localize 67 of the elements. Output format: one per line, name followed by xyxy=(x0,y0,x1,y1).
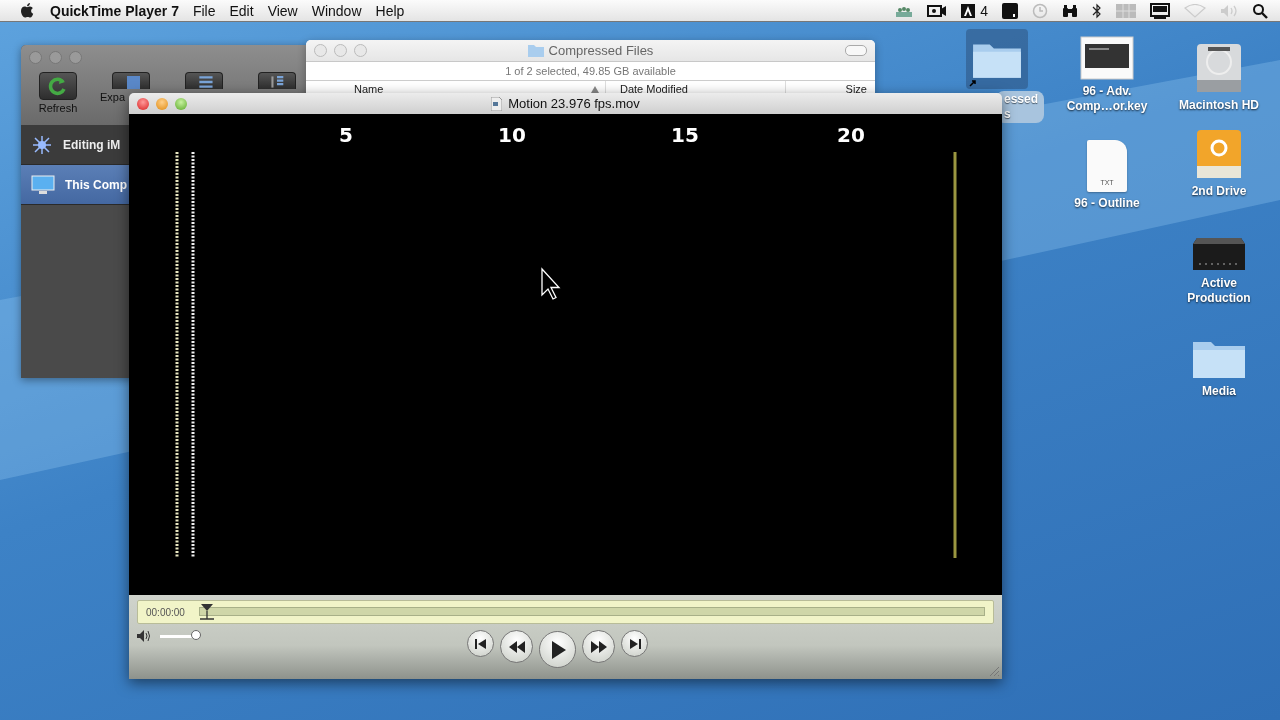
expand-button[interactable] xyxy=(112,72,150,89)
bluetooth-icon[interactable] xyxy=(1092,2,1102,19)
toolbar-label: Expa xyxy=(100,91,126,103)
cursor-icon xyxy=(541,267,561,300)
sort-arrow-icon xyxy=(591,85,599,93)
refresh-button[interactable] xyxy=(39,72,77,100)
folder-icon xyxy=(527,44,544,57)
rewind-icon xyxy=(507,640,526,653)
menu-item[interactable]: Edit xyxy=(229,2,254,19)
camera-icon[interactable] xyxy=(927,3,948,18)
frame-number: 20 xyxy=(837,123,865,147)
column-header[interactable]: Size xyxy=(786,81,875,97)
toolbar-label: Refresh xyxy=(38,102,78,114)
rewind-button[interactable] xyxy=(500,630,533,663)
movie-file-icon xyxy=(491,96,503,111)
play-icon xyxy=(549,640,566,659)
icon-label: Macintosh HD xyxy=(1178,98,1260,113)
toolbar-toggle-button[interactable] xyxy=(845,45,867,56)
window-title: Compressed Files xyxy=(548,43,654,58)
search-icon[interactable] xyxy=(1252,2,1268,19)
external-drive-icon[interactable] xyxy=(1191,236,1247,272)
monitor-icon xyxy=(31,174,55,195)
detail-button[interactable] xyxy=(258,72,296,89)
skip-forward-icon xyxy=(628,637,641,650)
fast-forward-button[interactable] xyxy=(582,630,615,663)
status-text: 1 of 2 selected, 49.85 GB available xyxy=(306,62,875,81)
menu-item[interactable]: View xyxy=(267,2,298,19)
apple-icon[interactable] xyxy=(20,2,34,19)
list-button[interactable] xyxy=(185,72,223,89)
speaker-icon xyxy=(137,630,151,642)
icon-label: 2nd Drive xyxy=(1190,184,1248,199)
go-to-end-button[interactable] xyxy=(621,630,648,657)
app-menu[interactable]: QuickTime Player 7 xyxy=(50,2,179,19)
hard-drive-icon[interactable] xyxy=(1194,42,1244,94)
timeline-track[interactable] xyxy=(198,603,985,621)
frame-number: 10 xyxy=(498,123,526,147)
binoculars-icon[interactable] xyxy=(1062,3,1078,18)
icon-label: 96 - Adv. Comp…or.key xyxy=(1065,84,1149,114)
sidebar-item[interactable]: This Comp xyxy=(21,165,129,205)
menu-item[interactable]: File xyxy=(192,2,216,19)
play-button[interactable] xyxy=(539,631,576,668)
window-title: Motion 23.976 fps.mov xyxy=(508,96,640,111)
timecode: 00:00:00 xyxy=(146,606,185,618)
frame-number: 5 xyxy=(339,123,353,147)
resize-grip-icon[interactable] xyxy=(988,665,1000,677)
update-count: 4 xyxy=(980,2,988,19)
icon-label: Media xyxy=(1201,384,1237,399)
drive-icon[interactable] xyxy=(1195,128,1243,180)
menu-item[interactable]: Window xyxy=(311,2,362,19)
playhead[interactable] xyxy=(198,603,215,621)
refresh-icon xyxy=(48,76,68,96)
icon-label: Active Production xyxy=(1186,276,1252,306)
dark-square-icon[interactable] xyxy=(1002,2,1018,19)
close-button[interactable] xyxy=(137,97,149,110)
go-to-start-button[interactable] xyxy=(467,630,494,657)
fast-forward-icon xyxy=(589,640,608,653)
menu-item[interactable]: Help xyxy=(375,2,405,19)
icon-label: 96 - Outline xyxy=(1073,196,1141,211)
frame-number: 15 xyxy=(671,123,699,147)
selected-folder-icon[interactable] xyxy=(966,29,1028,89)
adobe-icon[interactable] xyxy=(961,3,976,18)
skip-back-icon xyxy=(474,637,487,650)
network-node-icon xyxy=(31,133,53,156)
presentation-file-icon[interactable] xyxy=(1080,36,1134,80)
display-icon[interactable] xyxy=(1150,2,1170,19)
volume-thumb[interactable] xyxy=(191,630,201,640)
sidebar-item[interactable]: Editing iM xyxy=(21,125,129,165)
